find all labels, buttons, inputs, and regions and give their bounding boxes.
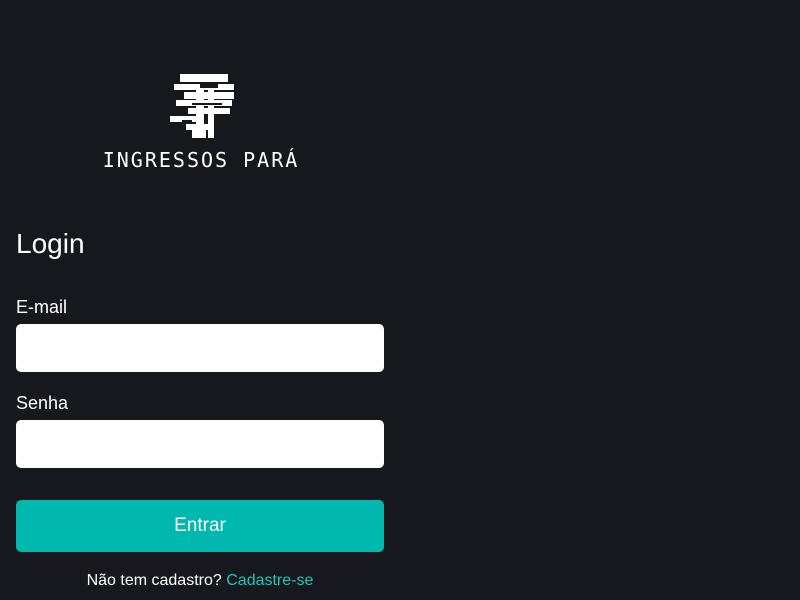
signup-prompt-text: Não tem cadastro? [86,572,222,589]
signup-prompt-line: Não tem cadastro? Cadastre-se [16,570,384,592]
brand-wordmark: INGRESSOS PARÁ [102,148,300,172]
password-field[interactable] [16,420,384,468]
brand-logo: INGRESSOS PARÁ [96,70,306,180]
email-label: E-mail [16,297,68,317]
password-label: Senha [16,393,69,413]
login-page: INGRESSOS PARÁ Login E-mail Senha Entrar… [0,0,800,600]
login-submit-button[interactable]: Entrar [16,500,384,552]
login-panel: INGRESSOS PARÁ Login E-mail Senha Entrar… [16,0,384,600]
email-field[interactable] [16,324,384,372]
signup-link[interactable]: Cadastre-se [226,572,313,589]
page-title: Login [16,228,85,259]
glitch-p-logo-icon [170,74,234,138]
